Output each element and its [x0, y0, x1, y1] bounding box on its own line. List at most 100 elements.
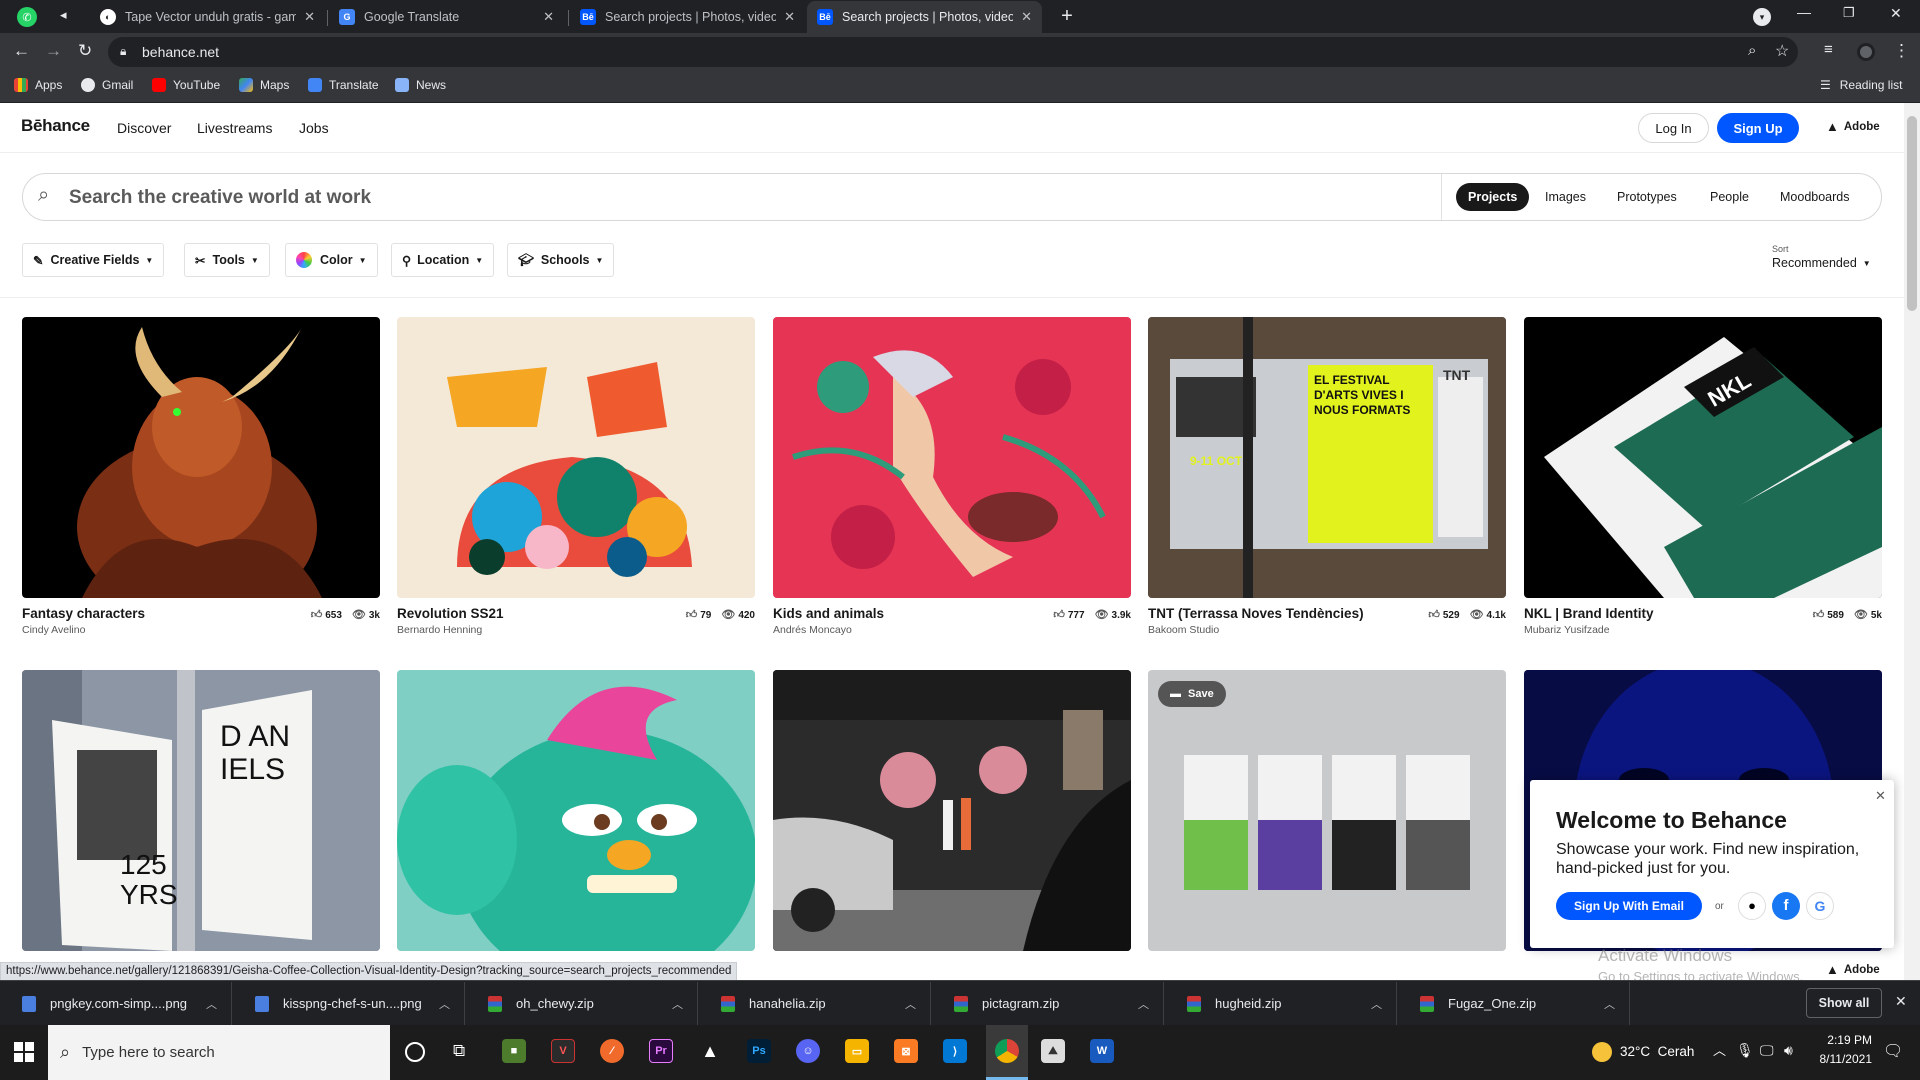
nav-jobs[interactable]: Jobs [299, 120, 329, 136]
project-owner[interactable]: Mubariz Yusifzade [1524, 624, 1882, 636]
network-icon[interactable]: 🖵︎ [1760, 1042, 1774, 1059]
download-item[interactable]: pngkey.com-simp....png ︿ [0, 982, 232, 1025]
notifications-icon[interactable]: 🗨︎ [1883, 1041, 1903, 1061]
close-window-icon[interactable]: ✕ [1890, 5, 1902, 22]
close-shelf-icon[interactable]: ✕ [1895, 993, 1907, 1010]
close-popup-icon[interactable]: ✕ [1875, 788, 1886, 804]
filter-color[interactable]: Color ▼ [285, 243, 378, 277]
bookmark-youtube[interactable]: YouTube [152, 78, 220, 92]
apple-signin-icon[interactable]: ● [1738, 892, 1766, 920]
project-thumbnail[interactable]: D AN IELS 125 YRS [22, 670, 380, 951]
photos-app-icon[interactable]: ⛰ [1041, 1039, 1065, 1063]
tab-behance-search-active[interactable]: Bē Search projects | Photos, videos, ✕ [807, 1, 1042, 33]
bookmark-apps[interactable]: Apps [14, 78, 62, 92]
media-control-icon[interactable]: ≡ [1824, 41, 1833, 58]
vectornator-app-icon[interactable]: V [551, 1039, 575, 1063]
firefox-like-app-icon[interactable]: ⁄ [600, 1039, 624, 1063]
sort-dropdown[interactable]: Recommended ▼ [1772, 256, 1871, 270]
project-thumbnail[interactable] [773, 317, 1131, 598]
word-app-icon[interactable]: W [1090, 1039, 1114, 1063]
back-icon[interactable]: ← [13, 41, 30, 61]
download-item[interactable]: kisspng-chef-s-un....png ︿ [233, 982, 465, 1025]
inkscape-app-icon[interactable]: ▲ [698, 1039, 722, 1063]
chevron-up-icon[interactable]: ︿ [439, 996, 450, 1012]
project-thumbnail[interactable] [22, 317, 380, 598]
project-thumbnail[interactable]: NKL [1524, 317, 1882, 598]
download-item[interactable]: oh_chewy.zip ︿ [466, 982, 698, 1025]
tab-behance-search-1[interactable]: Bē Search projects | Photos, videos, ✕ [570, 1, 805, 33]
search-tab-projects[interactable]: Projects [1456, 183, 1530, 211]
microphone-icon[interactable]: 🎙︎ [1736, 1042, 1754, 1059]
close-tab-icon[interactable]: ✕ [543, 9, 554, 25]
download-item[interactable]: Fugaz_One.zip ︿ [1398, 982, 1630, 1025]
volume-icon[interactable]: 🔊︎ [1784, 1042, 1793, 1059]
bookmark-gmail[interactable]: Gmail [81, 78, 133, 92]
premiere-app-icon[interactable]: Pr [649, 1039, 673, 1063]
login-button[interactable]: Log In [1638, 113, 1709, 143]
project-card[interactable]: ▬ Save [1148, 670, 1506, 951]
scrollbar-thumb[interactable] [1907, 116, 1917, 311]
project-owner[interactable]: Cindy Avelino [22, 624, 380, 636]
filter-schools[interactable]: 🎓︎ Schools ▼ [507, 243, 615, 277]
clock-date[interactable]: 8/11/2021 [1802, 1052, 1873, 1066]
tab-search-icon[interactable]: ▾ [1753, 8, 1771, 26]
taskbar-search-box[interactable]: ⌕ Type here to search [48, 1025, 390, 1080]
chrome-taskbar-active[interactable] [986, 1025, 1028, 1080]
project-card[interactable]: Fantasy characters Cindy Avelino 👍︎ 653 👁… [22, 317, 380, 636]
weather-icon[interactable] [1592, 1042, 1612, 1062]
download-item[interactable]: pictagram.zip ︿ [932, 982, 1164, 1025]
bookmark-star-icon[interactable]: ☆ [1775, 41, 1789, 61]
filter-creative-fields[interactable]: ✎ Creative Fields ▼ [22, 243, 165, 277]
project-thumbnail[interactable] [773, 670, 1131, 951]
task-view-icon[interactable]: ⧉ [453, 1041, 465, 1061]
signup-email-button[interactable]: Sign Up With Email [1556, 892, 1702, 920]
chevron-up-icon[interactable]: ︿ [905, 996, 916, 1012]
behance-logo[interactable]: Bēhance [21, 116, 90, 136]
project-card[interactable]: Kids and animals Andrés Moncayo 👍︎ 777 👁︎… [773, 317, 1131, 636]
filter-location[interactable]: ⚲ Location ▼ [391, 243, 495, 277]
whatsapp-tab-icon[interactable]: ✆ [17, 7, 37, 27]
filter-tools[interactable]: ✂ Tools ▼ [184, 243, 270, 277]
zoom-icon[interactable]: ⌕ [1748, 42, 1756, 59]
project-card[interactable]: EL FESTIVAL D'ARTS VIVES I NOUS FORMATS … [1148, 317, 1506, 636]
windows-start-icon[interactable] [14, 1042, 34, 1062]
google-signin-icon[interactable]: G [1806, 892, 1834, 920]
chevron-up-icon[interactable]: ︿ [1371, 996, 1382, 1012]
vscode-app-icon[interactable]: ⟩ [943, 1039, 967, 1063]
chevron-up-icon[interactable]: ︿ [1713, 1040, 1726, 1059]
download-item[interactable]: hugheid.zip ︿ [1165, 982, 1397, 1025]
audio-mute-icon[interactable]: ◂ [60, 7, 67, 23]
adobe-link[interactable]: ▲ Adobe [1826, 119, 1880, 134]
minecraft-app-icon[interactable]: ■ [502, 1039, 526, 1063]
download-item[interactable]: hanahelia.zip ︿ [699, 982, 931, 1025]
search-tab-prototypes[interactable]: Prototypes [1605, 183, 1689, 211]
reload-icon[interactable]: ↻ [78, 41, 92, 61]
chevron-up-icon[interactable]: ︿ [1604, 996, 1615, 1012]
clock-time[interactable]: 2:19 PM [1802, 1033, 1872, 1047]
signup-button[interactable]: Sign Up [1717, 113, 1799, 143]
menu-icon[interactable]: ⋮ [1893, 41, 1910, 61]
forward-icon[interactable]: → [45, 41, 62, 61]
project-owner[interactable]: Bernardo Henning [397, 624, 755, 636]
project-thumbnail[interactable] [397, 317, 755, 598]
project-card[interactable]: Revolution SS21 Bernardo Henning 👍︎ 79 👁︎… [397, 317, 755, 636]
project-thumbnail[interactable]: ▬ Save [1148, 670, 1506, 951]
cortana-icon[interactable] [405, 1042, 425, 1062]
save-button[interactable]: ▬ Save [1158, 681, 1226, 707]
address-bar[interactable]: 🔒︎ behance.net ⌕ ☆ [108, 37, 1798, 67]
close-tab-icon[interactable]: ✕ [1021, 9, 1032, 25]
search-tab-images[interactable]: Images [1533, 183, 1598, 211]
xampp-app-icon[interactable]: ⊠ [894, 1039, 918, 1063]
chevron-up-icon[interactable]: ︿ [206, 996, 217, 1012]
minimize-icon[interactable]: — [1797, 4, 1811, 20]
project-card[interactable] [773, 670, 1131, 951]
project-thumbnail[interactable] [397, 670, 755, 951]
profile-avatar[interactable] [1857, 43, 1875, 61]
search-tab-moodboards[interactable]: Moodboards [1768, 183, 1862, 211]
chevron-up-icon[interactable]: ︿ [1138, 996, 1149, 1012]
project-card[interactable]: D AN IELS 125 YRS [22, 670, 380, 951]
restore-icon[interactable]: ❐ [1843, 5, 1855, 21]
search-input[interactable]: Search the creative world at work [69, 187, 371, 209]
bookmark-maps[interactable]: Maps [239, 78, 289, 92]
project-card[interactable]: NKL NKL | Brand Identity Mubariz Yusifza… [1524, 317, 1882, 636]
